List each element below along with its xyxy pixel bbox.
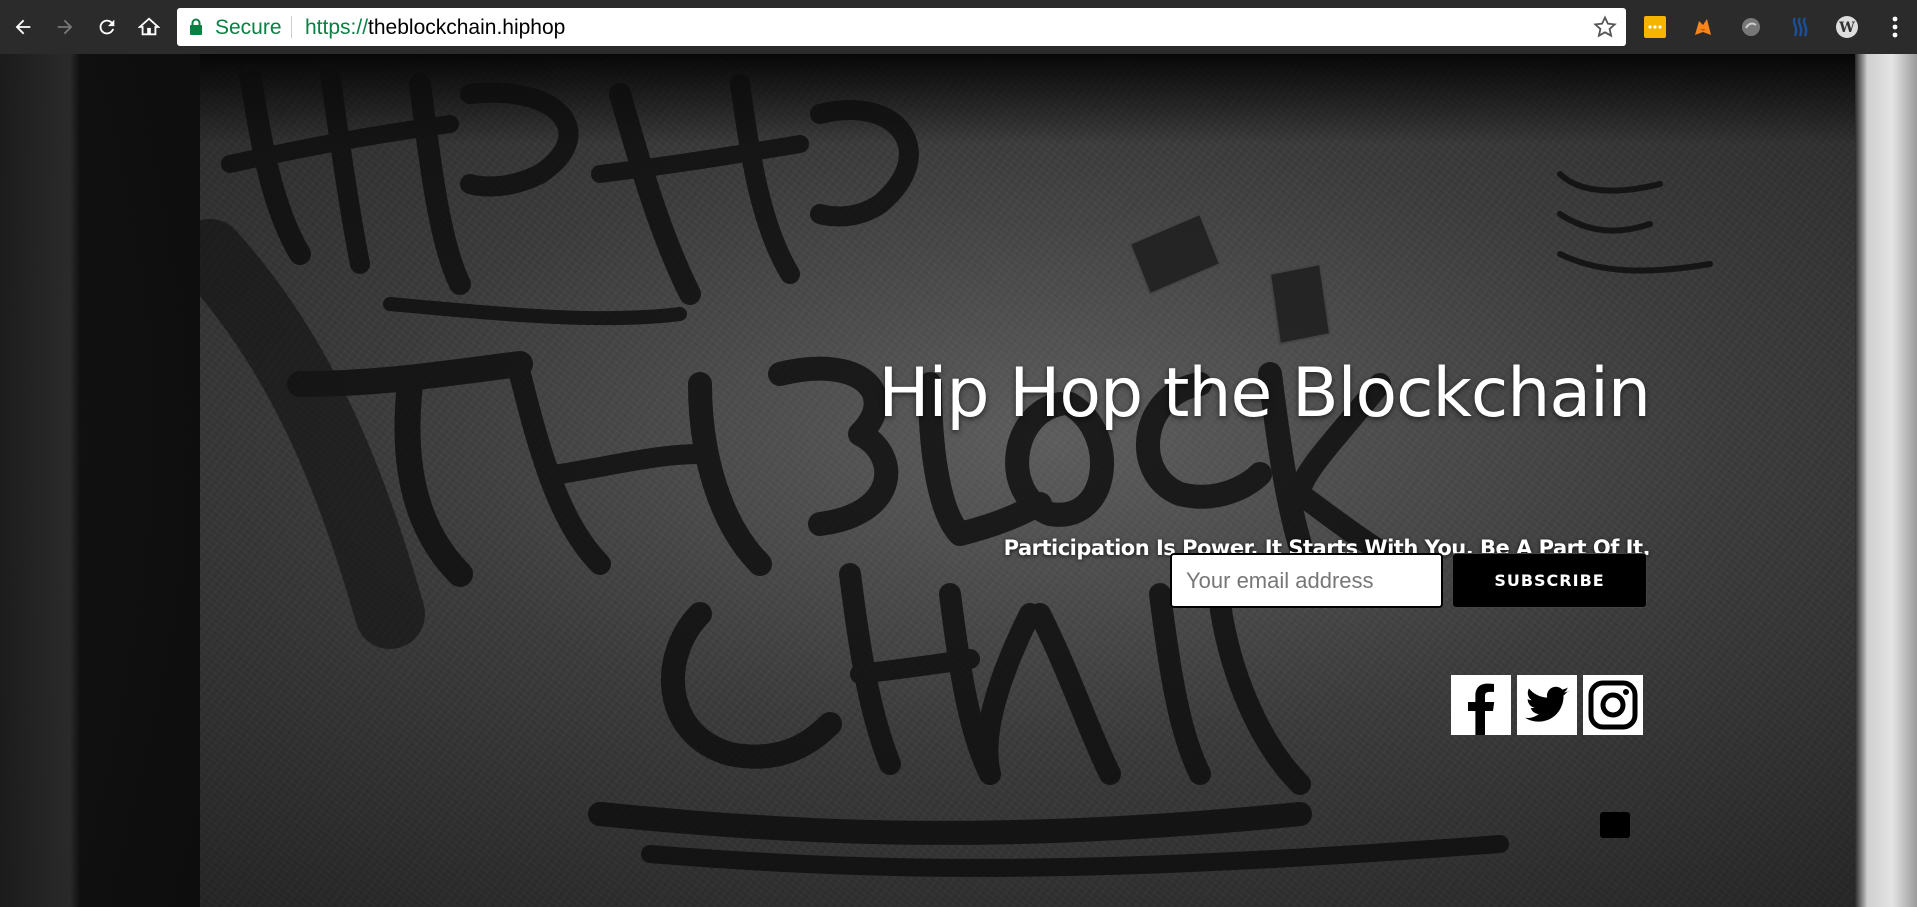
twitter-link[interactable]	[1517, 675, 1577, 735]
keep-notes-extension[interactable]	[1642, 14, 1668, 40]
twitter-icon	[1517, 675, 1577, 735]
secure-label: Secure	[215, 16, 282, 39]
back-button[interactable]	[6, 10, 40, 44]
lock-icon	[189, 18, 203, 41]
metamask-extension[interactable]	[1690, 14, 1716, 40]
forward-button[interactable]	[48, 10, 82, 44]
keep-notes-icon	[1644, 16, 1666, 38]
metamask-icon	[1695, 19, 1711, 35]
star-icon	[1593, 15, 1617, 38]
url-host: theblockchain.hiphop	[368, 16, 566, 39]
hero-title: Hip Hop the Blockchain	[878, 354, 1651, 433]
graffiti-background-art	[175, 63, 1713, 877]
chrome-menu-button[interactable]	[1882, 14, 1908, 40]
subscribe-button[interactable]: SUBSCRIBE	[1452, 553, 1647, 608]
hand-icon	[1742, 18, 1760, 36]
wordpress-icon: W	[1836, 16, 1858, 38]
steem-icon	[1792, 17, 1808, 37]
back-arrow-icon	[15, 19, 31, 35]
email-input[interactable]	[1170, 553, 1443, 608]
pillar-right	[1855, 54, 1917, 907]
bookmark-star-button[interactable]	[1592, 14, 1618, 40]
reload-button[interactable]	[90, 10, 124, 44]
steem-extension[interactable]	[1786, 14, 1812, 40]
url-text[interactable]: https://theblockchain.hiphop	[305, 16, 565, 40]
home-button[interactable]	[132, 10, 166, 44]
facebook-icon	[1451, 675, 1511, 735]
address-separator	[291, 16, 292, 38]
address-bar[interactable]: Secure https://theblockchain.hiphop	[177, 8, 1626, 46]
reload-icon	[99, 19, 115, 35]
instagram-icon	[1583, 675, 1643, 735]
instagram-link[interactable]	[1583, 675, 1643, 735]
scroll-marker	[1600, 812, 1630, 838]
hand-extension[interactable]	[1738, 14, 1764, 40]
kebab-menu-icon	[1892, 16, 1898, 38]
svg-text:W: W	[1838, 20, 1855, 36]
forward-arrow-icon	[57, 19, 73, 35]
facebook-link[interactable]	[1451, 675, 1511, 735]
browser-toolbar: Secure https://theblockchain.hiphop W	[0, 0, 1917, 54]
wordpress-extension[interactable]: W	[1834, 14, 1860, 40]
home-icon	[138, 17, 160, 36]
hero-section: Hip Hop the Blockchain Participation Is …	[0, 54, 1917, 907]
url-scheme: https://	[305, 16, 369, 39]
top-shadow	[200, 54, 1855, 144]
doorframe-left	[0, 54, 200, 907]
